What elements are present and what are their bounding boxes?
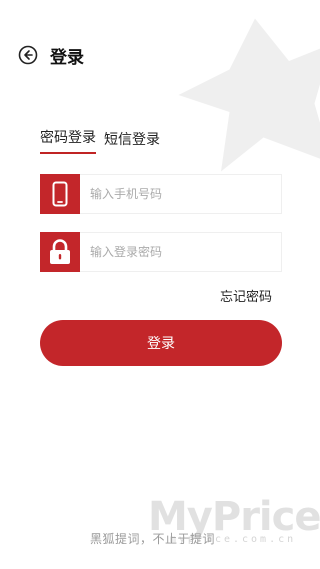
- password-input[interactable]: [90, 245, 281, 259]
- lock-icon: [40, 232, 80, 272]
- forgot-password-link[interactable]: 忘记密码: [220, 286, 272, 305]
- phone-number-input[interactable]: [90, 187, 281, 201]
- page-title: 登录: [50, 47, 84, 68]
- fox-background-decoration: [178, 18, 320, 172]
- tab-sms-login[interactable]: 短信登录: [104, 129, 160, 154]
- login-button[interactable]: 登录: [40, 320, 282, 366]
- phone-field: [40, 174, 282, 214]
- slogan-text: 黑狐提词，不止于提词: [90, 532, 216, 546]
- circle-arrow-left-icon[interactable]: [18, 45, 38, 65]
- login-tabs: 密码登录 短信登录: [40, 127, 168, 154]
- password-input-wrapper: [80, 232, 282, 272]
- header: 登录: [18, 42, 84, 68]
- phone-input-wrapper: [80, 174, 282, 214]
- password-field: [40, 232, 282, 272]
- mobile-phone-icon: [40, 174, 80, 214]
- tab-password-login[interactable]: 密码登录: [40, 127, 96, 154]
